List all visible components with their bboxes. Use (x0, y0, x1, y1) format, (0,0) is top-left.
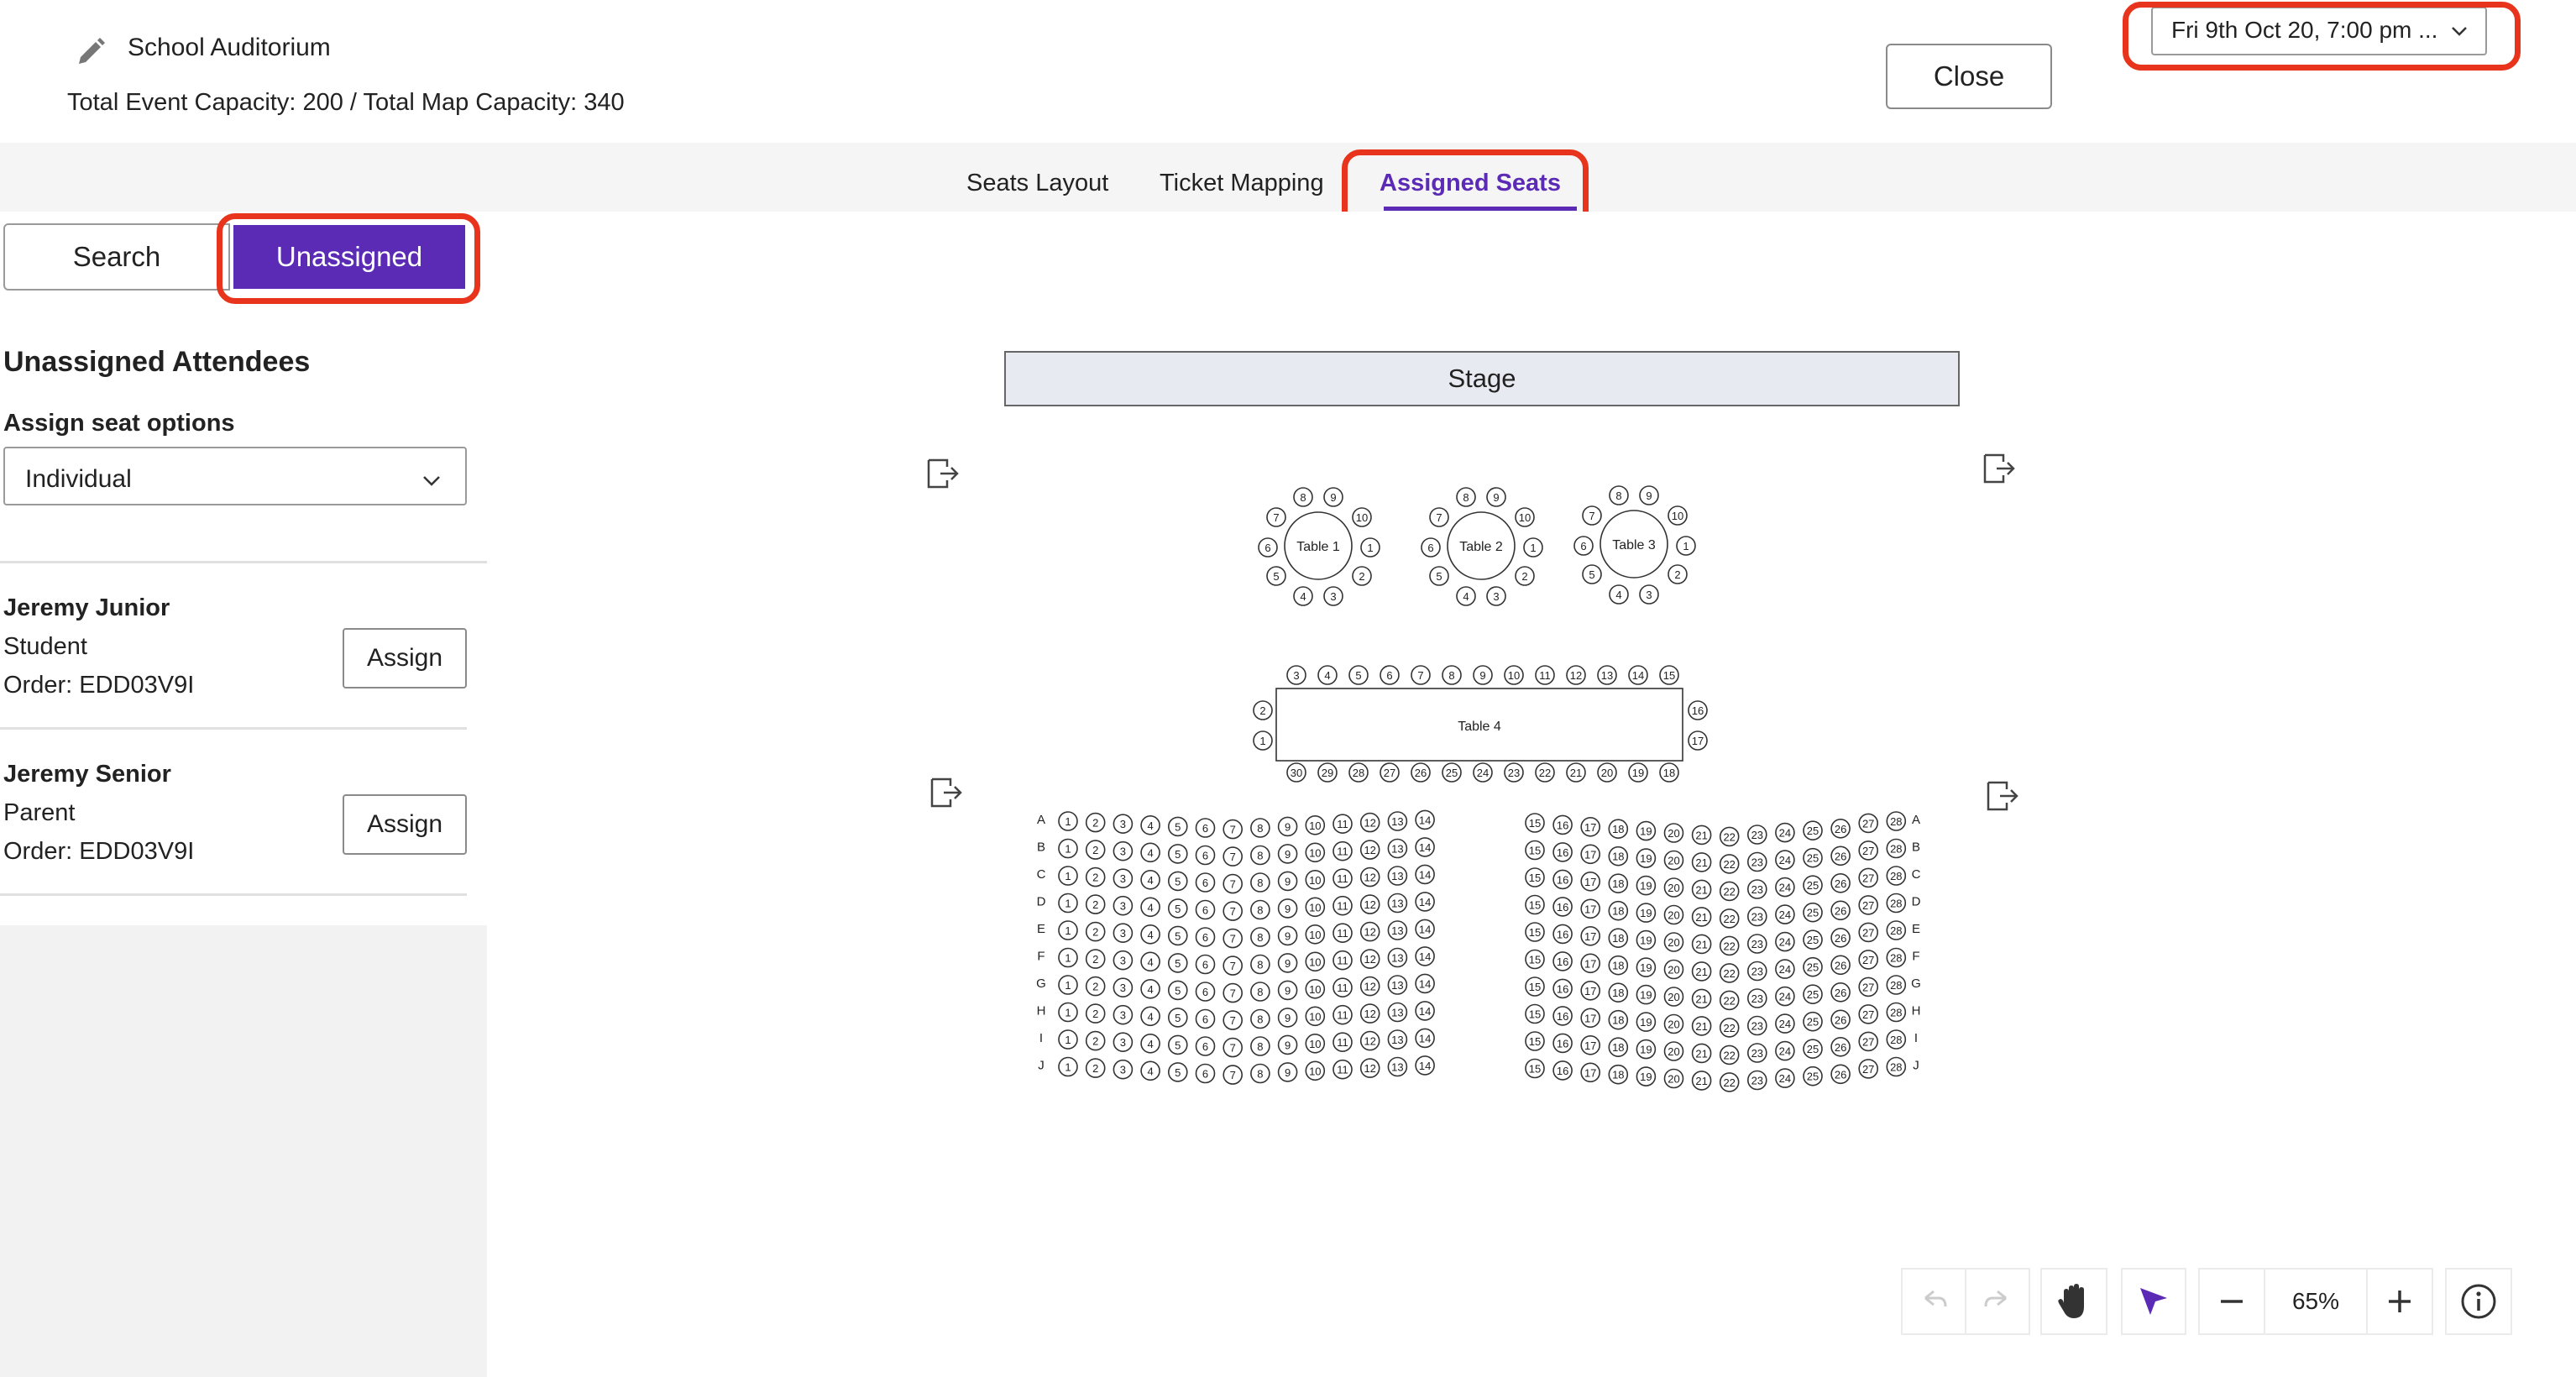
attendee-role: Parent (3, 799, 76, 826)
zoom-in-button[interactable] (2366, 1268, 2433, 1335)
unassigned-highlight (217, 213, 480, 304)
zoom-out-button[interactable] (2198, 1268, 2265, 1335)
header: School Auditorium Total Event Capacity: … (0, 0, 2576, 143)
search-toggle-button[interactable]: Search (3, 223, 230, 291)
attendee-order: Order: EDD03V9I (3, 838, 195, 865)
attendee-role: Student (3, 633, 87, 660)
venue-name: School Auditorium (128, 34, 331, 61)
divider (0, 893, 467, 896)
redo-button[interactable] (1965, 1268, 2030, 1335)
pointer-icon (2140, 1288, 2167, 1315)
zoom-level: 65% (2264, 1268, 2368, 1335)
assign-button[interactable]: Assign (343, 628, 467, 688)
tab-seats-layout[interactable]: Seats Layout (966, 170, 1108, 197)
zoom-value: 65% (2291, 1288, 2340, 1314)
assign-button[interactable]: Assign (343, 794, 467, 855)
divider (0, 561, 487, 563)
tab-ticket-mapping[interactable]: Ticket Mapping (1160, 170, 1324, 197)
assign-options-select[interactable]: Individual (3, 447, 467, 505)
attendee-name: Jeremy Senior (3, 761, 171, 788)
redo-icon (1984, 1290, 2007, 1307)
attendee-name: Jeremy Junior (3, 594, 170, 621)
date-select-highlight (2123, 2, 2521, 71)
stage: Stage (1004, 351, 1960, 406)
chevron-down-icon (423, 476, 440, 486)
undo-button[interactable] (1901, 1268, 1966, 1335)
capacity-text: Total Event Capacity: 200 / Total Map Ca… (67, 89, 625, 116)
info-icon (2461, 1284, 2496, 1319)
select-tool-button[interactable] (2121, 1268, 2186, 1335)
hand-icon (2058, 1284, 2084, 1318)
minus-icon (2221, 1300, 2243, 1303)
info-button[interactable] (2445, 1268, 2512, 1335)
sidebar-title: Unassigned Attendees (3, 346, 311, 378)
edit-pencil-icon[interactable] (74, 35, 107, 69)
plus-icon (2389, 1291, 2411, 1312)
pan-tool-button[interactable] (2040, 1268, 2107, 1335)
attendee-order: Order: EDD03V9I (3, 672, 195, 699)
assign-options-label: Assign seat options (3, 410, 235, 437)
divider (0, 727, 467, 730)
close-button[interactable]: Close (1886, 44, 2052, 109)
undo-icon (1924, 1290, 1947, 1307)
assign-option-value: Individual (25, 465, 132, 493)
